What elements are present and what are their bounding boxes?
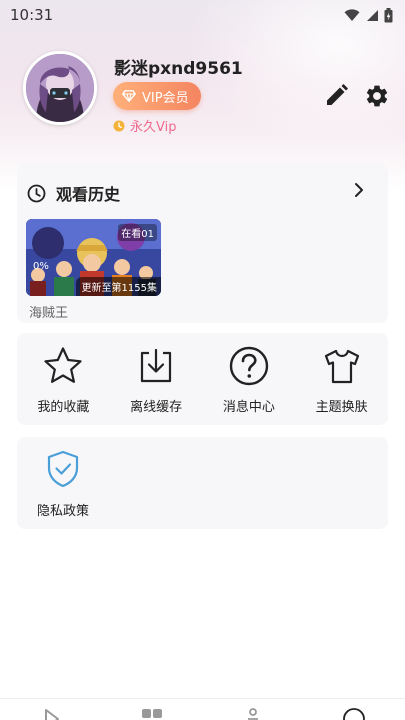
- nav-rank[interactable]: [203, 699, 304, 720]
- avatar[interactable]: [23, 51, 97, 125]
- signal-icon: [367, 9, 378, 21]
- watch-progress: 0%: [33, 261, 49, 272]
- theme-skin-label: 主题换肤: [315, 400, 368, 415]
- favorites-label: 我的收藏: [37, 400, 90, 415]
- message-center-label: 消息中心: [222, 400, 275, 415]
- status-time: 10:31: [10, 6, 54, 24]
- nav-home[interactable]: [0, 699, 101, 720]
- history-header[interactable]: 观看历史: [27, 181, 120, 205]
- function-grid: 我的收藏 离线缓存 消息中心 主题换肤: [17, 333, 388, 425]
- vip-status-text: 永久Vip: [130, 120, 177, 135]
- download-icon: [141, 348, 172, 383]
- favorites-button[interactable]: 我的收藏: [17, 333, 110, 425]
- privacy-policy-button[interactable]: 隐私政策: [17, 437, 109, 529]
- message-center-button[interactable]: 消息中心: [203, 333, 296, 425]
- profile-icon: [343, 708, 366, 720]
- play-icon: [44, 709, 59, 720]
- vip-badge[interactable]: VIP会员: [113, 82, 201, 110]
- update-label: 更新至第1155集: [75, 277, 161, 296]
- wifi-icon: [344, 8, 360, 21]
- username: 影迷pxnd9561: [114, 59, 243, 79]
- edit-icon[interactable]: [323, 83, 349, 109]
- privacy-policy-label: 隐私政策: [36, 504, 89, 519]
- history-item-thumbnail[interactable]: 在看01 0% 更新至第1155集: [26, 219, 161, 296]
- vip-badge-label: VIP会员: [142, 90, 189, 106]
- vip-status: 永久Vip: [113, 116, 176, 135]
- diamond-icon: [122, 90, 136, 102]
- profile-section: 影迷pxnd9561 VIP会员 永久Vip: [0, 48, 405, 138]
- bottom-nav: [0, 698, 405, 720]
- privacy-card: 隐私政策: [17, 437, 388, 529]
- episode-label: 在看01: [118, 224, 157, 241]
- clock-coin-icon: [113, 120, 125, 131]
- watch-history-card: 观看历史 在看01 0% 更新至第1155集 海贼王: [17, 163, 388, 323]
- clock-icon: [27, 184, 46, 202]
- nav-category[interactable]: [101, 699, 202, 720]
- avatar-image: [26, 54, 94, 122]
- offline-cache-button[interactable]: 离线缓存: [110, 333, 203, 425]
- shield-check-icon: [47, 450, 79, 488]
- status-icons: [344, 7, 393, 23]
- rank-icon: [248, 708, 259, 720]
- history-title: 观看历史: [56, 185, 121, 204]
- theme-skin-button[interactable]: 主题换肤: [295, 333, 388, 425]
- offline-cache-label: 离线缓存: [130, 400, 183, 415]
- star-icon: [44, 347, 82, 383]
- battery-icon: [384, 7, 393, 22]
- tshirt-icon: [324, 349, 359, 384]
- grid-icon: [141, 709, 162, 718]
- chevron-right-icon[interactable]: [350, 181, 368, 199]
- history-item-title[interactable]: 海贼王: [29, 302, 68, 321]
- status-bar: 10:31: [0, 0, 405, 30]
- nav-profile[interactable]: [304, 699, 405, 720]
- settings-gear-icon[interactable]: [364, 83, 390, 109]
- question-icon: [229, 346, 269, 386]
